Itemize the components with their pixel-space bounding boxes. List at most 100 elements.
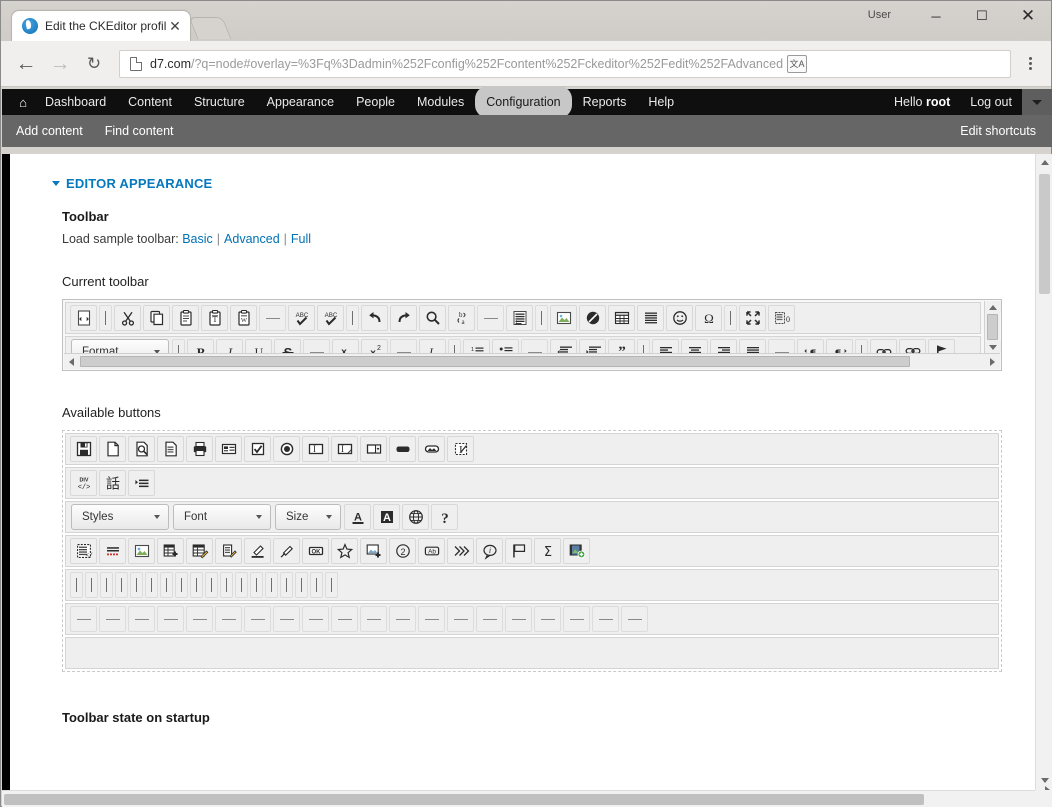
- show-blocks-icon[interactable]: 0: [768, 305, 795, 331]
- admin-menu-item-configuration[interactable]: Configuration: [475, 86, 572, 118]
- paste-text-icon[interactable]: T: [201, 305, 228, 331]
- scroll-left-icon[interactable]: [64, 354, 79, 370]
- maximize-button[interactable]: ☐: [959, 1, 1005, 31]
- separator-dash-icon[interactable]: [331, 606, 358, 632]
- separator-dash-icon[interactable]: [563, 606, 590, 632]
- separator-dash-icon[interactable]: [477, 305, 504, 331]
- toolbar-row[interactable]: [65, 569, 999, 601]
- current-toolbar-widget[interactable]: TWABCABCbaIΩ0FormatBIUSx2x2Ix12”¶¶: [62, 299, 1002, 371]
- admin-menu-item-appearance[interactable]: Appearance: [256, 89, 345, 115]
- button-icon[interactable]: [389, 436, 416, 462]
- vscroll-thumb[interactable]: [987, 314, 998, 340]
- number-two-icon[interactable]: 2: [389, 538, 416, 564]
- shortcut-find-content[interactable]: Find content: [105, 124, 174, 138]
- scayt-icon[interactable]: ABC: [317, 305, 344, 331]
- find-icon[interactable]: [419, 305, 446, 331]
- home-icon[interactable]: ⌂: [12, 95, 34, 110]
- language-icon[interactable]: 話: [99, 470, 126, 496]
- separator-icon[interactable]: [235, 572, 248, 598]
- shortcut-add-content[interactable]: Add content: [16, 124, 83, 138]
- close-icon[interactable]: ✕: [166, 17, 184, 35]
- select-field-icon[interactable]: [360, 436, 387, 462]
- window-close-button[interactable]: ✕: [1005, 1, 1051, 31]
- undo-icon[interactable]: [361, 305, 388, 331]
- eraser-icon[interactable]: [273, 538, 300, 564]
- admin-menu-item-content[interactable]: Content: [117, 89, 183, 115]
- separator-dash-icon[interactable]: [505, 606, 532, 632]
- maximize-icon[interactable]: [739, 305, 766, 331]
- scroll-up-icon[interactable]: [984, 301, 1001, 313]
- separator-icon[interactable]: [99, 305, 112, 331]
- paste-icon[interactable]: [172, 305, 199, 331]
- div-container-icon[interactable]: DIV </>: [70, 470, 97, 496]
- page-info-icon[interactable]: [130, 56, 142, 71]
- separator-dash-icon[interactable]: [476, 606, 503, 632]
- text-field-icon[interactable]: I: [302, 436, 329, 462]
- separator-dash-icon[interactable]: [99, 606, 126, 632]
- ok-button-icon[interactable]: OK: [302, 538, 329, 564]
- save-icon[interactable]: [70, 436, 97, 462]
- separator-dash-icon[interactable]: [273, 606, 300, 632]
- separator-dash-icon[interactable]: [128, 606, 155, 632]
- current-toolbar-vscrollbar[interactable]: [984, 301, 1001, 353]
- size-dropdown[interactable]: Size: [275, 504, 341, 530]
- table-insert-icon[interactable]: [157, 538, 184, 564]
- list-properties-icon[interactable]: [128, 470, 155, 496]
- chevrons-right-icon[interactable]: [447, 538, 474, 564]
- spell-underline-icon[interactable]: [99, 538, 126, 564]
- table-icon[interactable]: [608, 305, 635, 331]
- toolbar-row[interactable]: III: [65, 433, 999, 465]
- separator-dash-icon[interactable]: [534, 606, 561, 632]
- toolbar-row[interactable]: [65, 637, 999, 669]
- separator-dash-icon[interactable]: [389, 606, 416, 632]
- separator-dash-icon[interactable]: [592, 606, 619, 632]
- help-icon[interactable]: ?: [431, 504, 458, 530]
- add-media-icon[interactable]: [563, 538, 590, 564]
- separator-icon[interactable]: [265, 572, 278, 598]
- admin-menu-drawer-toggle[interactable]: [1022, 89, 1052, 115]
- separator-icon[interactable]: [175, 572, 188, 598]
- toolbar-row[interactable]: T W ABC ABC b a I Ω 0: [65, 302, 981, 334]
- text-color-icon[interactable]: A: [344, 504, 371, 530]
- separator-icon[interactable]: [205, 572, 218, 598]
- separator-icon[interactable]: [295, 572, 308, 598]
- separator-dash-icon[interactable]: [621, 606, 648, 632]
- separator-dash-icon[interactable]: [215, 606, 242, 632]
- separator-icon[interactable]: [346, 305, 359, 331]
- flag-outline-icon[interactable]: [505, 538, 532, 564]
- current-toolbar-hscrollbar[interactable]: [64, 353, 1000, 369]
- form-icon[interactable]: [215, 436, 242, 462]
- page-vscroll-thumb[interactable]: [1039, 174, 1050, 294]
- separator-dash-icon[interactable]: [360, 606, 387, 632]
- separator-icon[interactable]: [85, 572, 98, 598]
- special-char-icon[interactable]: Ω: [695, 305, 722, 331]
- source-icon[interactable]: [70, 305, 97, 331]
- separator-dash-icon[interactable]: [70, 606, 97, 632]
- sigma-icon[interactable]: Σ: [534, 538, 561, 564]
- flash-icon[interactable]: [579, 305, 606, 331]
- new-tab-button[interactable]: [188, 17, 232, 39]
- browser-menu-icon[interactable]: [1017, 49, 1043, 79]
- separator-icon[interactable]: [130, 572, 143, 598]
- separator-icon[interactable]: [220, 572, 233, 598]
- comment-icon[interactable]: i: [476, 538, 503, 564]
- table-edit-icon[interactable]: [186, 538, 213, 564]
- address-bar[interactable]: d7.com/?q=node#overlay=%3Fq%3Dadmin%252F…: [119, 49, 1011, 78]
- toolbar-row[interactable]: [65, 603, 999, 635]
- toolbar-row[interactable]: DIV </> 話: [65, 467, 999, 499]
- toolbar-row[interactable]: </> OK 2 Ab i Σ: [65, 535, 999, 567]
- smiley-icon[interactable]: [666, 305, 693, 331]
- spellcheck-icon[interactable]: ABC: [288, 305, 315, 331]
- radio-button-icon[interactable]: [273, 436, 300, 462]
- hidden-field-icon[interactable]: I: [447, 436, 474, 462]
- available-buttons-widget[interactable]: IIIDIV</>話StylesFontSizeAA?</>OK2AbiΣ: [62, 430, 1002, 672]
- separator-dash-icon[interactable]: [244, 606, 271, 632]
- scroll-down-icon[interactable]: [984, 341, 1001, 353]
- paste-edit-icon[interactable]: [215, 538, 242, 564]
- sample-link-full[interactable]: Full: [291, 232, 311, 246]
- redo-icon[interactable]: [390, 305, 417, 331]
- preview-icon[interactable]: [128, 436, 155, 462]
- separator-dash-icon[interactable]: [157, 606, 184, 632]
- translate-icon[interactable]: 文A: [787, 54, 808, 73]
- separator-dash-icon[interactable]: [302, 606, 329, 632]
